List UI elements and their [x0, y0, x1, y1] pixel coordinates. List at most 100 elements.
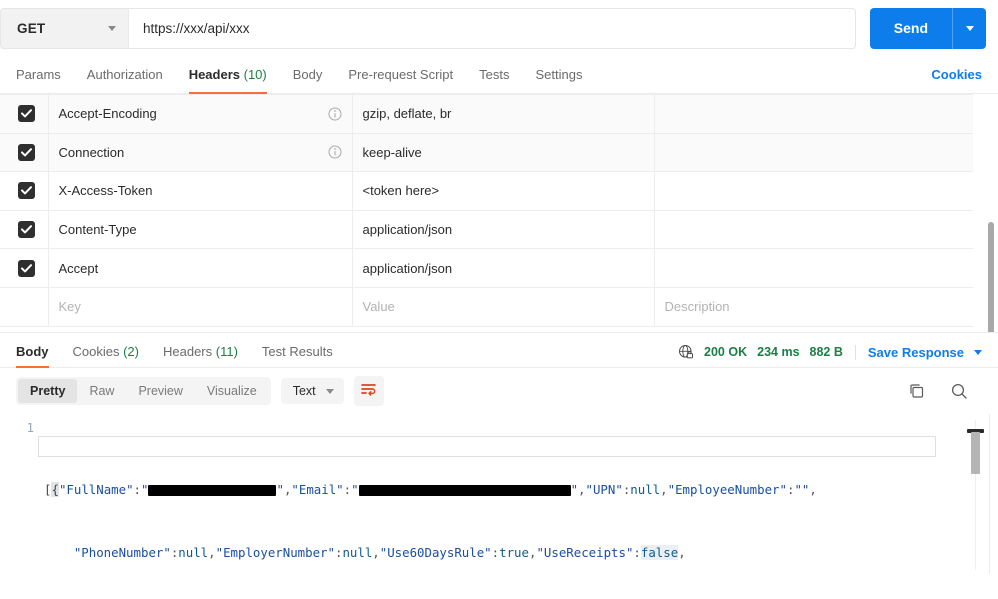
tab-label: Settings: [535, 67, 583, 82]
word-wrap-toggle[interactable]: [353, 376, 384, 406]
code-line: [{"FullName":" ","Email":" ","UPN":null,"E…: [44, 482, 817, 498]
format-pretty[interactable]: Pretty: [18, 379, 78, 403]
send-options-button[interactable]: [952, 7, 986, 49]
tab-headers[interactable]: Headers (10): [188, 67, 267, 94]
tab-params[interactable]: Params: [16, 67, 61, 93]
tab-label: Body: [292, 67, 323, 82]
tab-pre-request-script[interactable]: Pre-request Script: [348, 67, 453, 93]
code-editor[interactable]: 1 [{"FullName":" ","Email":" ","UPN":null,…: [0, 414, 998, 574]
response-tab-body[interactable]: Body: [16, 344, 49, 368]
search-icon[interactable]: [950, 382, 968, 400]
line-highlight-box: [38, 436, 936, 457]
header-enabled-cell[interactable]: [0, 171, 49, 211]
headers-table-scrollbar[interactable]: [988, 222, 994, 332]
header-enabled-cell[interactable]: [0, 210, 49, 250]
send-button-group[interactable]: Send: [869, 7, 986, 49]
table-row[interactable]: X-Access-Token <token here>: [0, 171, 973, 211]
request-tabs: Params Authorization Headers (10) Body P…: [0, 56, 998, 94]
header-checkbox[interactable]: [18, 105, 35, 123]
new-header-key-cell[interactable]: Key: [47, 287, 353, 327]
tab-label: Params: [16, 67, 61, 82]
request-url-bar: GET Send: [0, 0, 998, 56]
chevron-down-icon: [965, 25, 974, 31]
header-value-cell[interactable]: keep-alive: [351, 133, 655, 173]
table-row-new[interactable]: Key Value Description: [0, 287, 973, 327]
header-checkbox[interactable]: [18, 143, 35, 161]
header-checkbox[interactable]: [18, 259, 35, 277]
header-description-cell[interactable]: [653, 248, 973, 288]
header-enabled-cell[interactable]: [0, 133, 49, 173]
tab-count: (2): [123, 344, 139, 359]
table-row[interactable]: Accept application/json: [0, 248, 973, 288]
save-response-button[interactable]: Save Response: [868, 345, 964, 360]
value-placeholder: Value: [362, 299, 395, 315]
chevron-down-icon[interactable]: [974, 349, 982, 355]
header-key-cell[interactable]: X-Access-Token: [47, 171, 353, 211]
header-checkbox[interactable]: [18, 182, 35, 200]
response-size: 882 B: [809, 345, 843, 359]
header-description-cell[interactable]: [653, 210, 973, 250]
content-type-selector[interactable]: Text: [280, 378, 344, 404]
table-row[interactable]: Connection keep-alive: [0, 133, 973, 173]
tab-label: Body: [16, 344, 49, 359]
header-key-text: Accept: [58, 260, 99, 276]
url-input[interactable]: [128, 7, 856, 49]
response-body-viewer[interactable]: 1 [{"FullName":" ","Email":" ","UPN":null,…: [0, 414, 998, 574]
header-key-cell[interactable]: Connection: [47, 133, 353, 173]
new-header-description-cell[interactable]: Description: [653, 287, 973, 327]
send-button[interactable]: Send: [870, 8, 952, 49]
table-row[interactable]: Content-Type application/json: [0, 210, 973, 250]
header-description-cell[interactable]: [653, 171, 973, 211]
tab-label: Test Results: [261, 344, 333, 359]
tab-count: (10): [243, 67, 267, 82]
info-icon[interactable]: [328, 107, 342, 121]
header-description-cell[interactable]: [653, 94, 973, 134]
chevron-down-icon: [325, 388, 334, 394]
cookies-link[interactable]: Cookies: [931, 67, 982, 93]
format-preview[interactable]: Preview: [126, 379, 194, 403]
header-description-cell[interactable]: [653, 133, 973, 173]
header-key-text: Accept-Encoding: [58, 106, 157, 122]
secure-globe-icon[interactable]: [678, 344, 694, 360]
body-scrollbar-thumb[interactable]: [971, 432, 980, 474]
header-value-cell[interactable]: <token here>: [351, 171, 655, 211]
header-value-cell[interactable]: application/json: [351, 248, 655, 288]
info-icon[interactable]: [328, 145, 342, 159]
tab-label: Pre-request Script: [348, 67, 454, 82]
header-key-text: Content-Type: [58, 222, 137, 238]
new-header-value-cell[interactable]: Value: [351, 287, 655, 327]
header-value-cell[interactable]: application/json: [351, 210, 655, 250]
header-key-cell[interactable]: Accept: [47, 248, 353, 288]
tab-settings[interactable]: Settings: [536, 67, 583, 93]
tab-label: Tests: [479, 67, 510, 82]
header-key-cell[interactable]: Content-Type: [47, 210, 353, 250]
header-enabled-cell[interactable]: [0, 94, 49, 134]
response-tab-headers[interactable]: Headers (11): [163, 344, 238, 367]
header-value-cell[interactable]: gzip, deflate, br: [351, 94, 655, 134]
key-placeholder: Key: [58, 299, 81, 315]
tab-authorization[interactable]: Authorization: [87, 67, 163, 93]
format-visualize[interactable]: Visualize: [195, 379, 269, 403]
header-enabled-cell: [0, 287, 49, 327]
tab-body[interactable]: Body: [293, 67, 323, 93]
copy-icon[interactable]: [908, 382, 926, 400]
header-enabled-cell[interactable]: [0, 248, 49, 288]
response-tab-cookies[interactable]: Cookies (2): [73, 344, 139, 367]
header-key-text: X-Access-Token: [58, 183, 153, 199]
table-row[interactable]: Accept-Encoding gzip, deflate, br: [0, 94, 973, 134]
line-number: 1: [26, 420, 34, 435]
code-lines[interactable]: [{"FullName":" ","Email":" ","UPN":null,"E…: [38, 418, 998, 574]
header-value-text: gzip, deflate, br: [362, 106, 452, 122]
code-line: "PhoneNumber":null,"EmployerNumber":null…: [73, 544, 686, 560]
header-checkbox[interactable]: [18, 221, 35, 239]
header-value-text: <token here>: [362, 183, 440, 199]
http-method-selector[interactable]: GET: [0, 7, 128, 49]
headers-table-container: Accept-Encoding gzip, deflate, br Connec…: [0, 94, 998, 332]
format-raw[interactable]: Raw: [77, 379, 126, 403]
tab-tests[interactable]: Tests: [479, 67, 509, 93]
header-value-text: application/json: [362, 222, 453, 238]
response-tab-test-results[interactable]: Test Results: [262, 344, 333, 367]
word-wrap-icon: [360, 383, 377, 400]
header-key-cell[interactable]: Accept-Encoding: [47, 94, 353, 134]
header-value-text: keep-alive: [362, 144, 422, 160]
